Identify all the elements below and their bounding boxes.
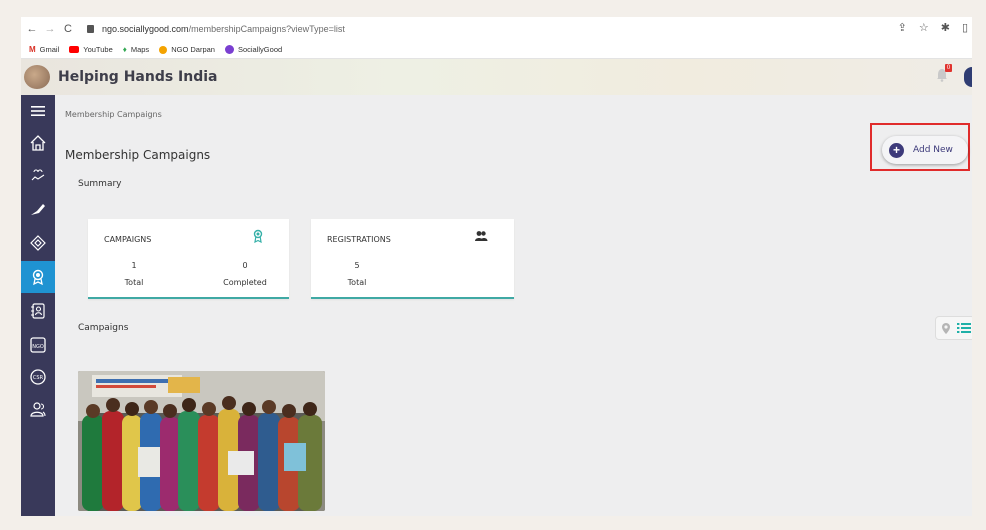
page-title: Membership Campaigns [65,148,211,162]
back-icon[interactable]: ← [25,23,39,35]
sidebar-item-campaigns[interactable] [21,195,55,223]
youtube-icon [69,46,80,53]
sidebar-item-volunteers[interactable] [21,395,55,423]
card-title: CAMPAIGNS [104,235,152,244]
volunteers-icon [30,402,46,417]
sidebar-item-membership[interactable] [21,261,55,293]
add-icon: + [889,142,904,158]
bookmark-maps[interactable]: ♦ Maps [123,45,149,54]
campaigns-total-value: 1 [131,261,137,270]
sidebar-item-contacts[interactable] [21,297,55,325]
url-field[interactable]: ngo.sociallygood.com/membershipCampaigns… [102,24,345,34]
csr-icon: CSR [30,369,46,385]
share-icon[interactable]: ⇪ [898,21,907,34]
contacts-icon [31,303,45,319]
membership-icon [32,269,44,286]
bookmark-label: Maps [130,45,150,54]
card-title: REGISTRATIONS [327,235,391,244]
bookmark-gmail[interactable]: M Gmail [29,45,59,54]
registrations-total-value: 5 [354,261,360,270]
users-icon [475,231,488,241]
bookmark-label: YouTube [83,45,113,54]
maps-icon: ♦ [122,45,127,54]
donation-icon [31,169,45,181]
view-toggle [935,316,972,340]
campaigns-total-label: Total [124,278,144,287]
bookmark-sociallygood[interactable]: SociallyGood [224,45,283,54]
map-pin-icon[interactable] [941,322,951,335]
campaigns-completed-label: Completed [223,278,267,287]
org-logo [24,65,50,89]
campaign-card-image[interactable] [78,371,325,511]
sidebar-item-badges[interactable] [21,229,55,257]
browser-window: ← → C ngo.sociallygood.com/membershipCam… [21,17,972,516]
lock-icon [87,25,94,33]
forward-icon[interactable]: → [43,23,57,35]
org-name: Helping Hands India [58,69,218,85]
sidebar-item-donations[interactable] [21,161,55,189]
bookmarks-bar: M Gmail YouTube ♦ Maps NGO Darpan Social… [21,41,972,59]
badge-icon [30,235,46,251]
sidebar-item-ngo[interactable]: NGO [21,331,55,359]
add-new-button[interactable]: + Add New [882,136,968,164]
award-icon [253,229,263,243]
list-view-icon[interactable] [957,322,971,334]
registrations-summary-card: REGISTRATIONS 5 Total [311,219,514,299]
home-icon [30,135,46,151]
campaigns-summary-card: CAMPAIGNS 1 Total 0 Completed [88,219,289,299]
ngo-darpan-icon [159,45,168,54]
summary-heading: Summary [78,179,122,189]
avatar[interactable] [964,67,972,87]
url-path: /membershipCampaigns?viewType=list [188,24,345,34]
app-header: Helping Hands India 0 [21,59,972,95]
notification-bell[interactable]: 0 [936,64,952,82]
svg-text:NGO: NGO [32,344,44,350]
gmail-icon: M [29,45,36,54]
address-bar: ← → C ngo.sociallygood.com/membershipCam… [21,17,972,41]
bookmark-label: NGO Darpan [171,45,215,54]
svg-text:CSR: CSR [33,375,44,381]
menu-icon [31,106,45,116]
campaign-photo [78,371,325,511]
add-new-label: Add New [913,145,953,155]
reload-icon[interactable]: C [61,23,75,35]
sidebar-item-csr[interactable]: CSR [21,363,55,391]
star-icon[interactable]: ☆ [919,21,929,34]
breadcrumb-link[interactable]: Membership Campaigns [65,110,162,119]
sidebar-item-home[interactable] [21,129,55,157]
campaign-icon [31,204,45,215]
bookmark-ngo-darpan[interactable]: NGO Darpan [159,45,215,54]
campaigns-completed-value: 0 [242,261,248,270]
extensions-icon[interactable]: ✱ [941,21,950,34]
notification-badge: 0 [945,64,952,72]
bookmark-label: Gmail [39,45,60,54]
ngo-icon: NGO [30,337,46,353]
registrations-total-label: Total [347,278,367,287]
url-host: ngo.sociallygood.com [102,24,189,34]
bookmark-label: SociallyGood [237,45,283,54]
campaigns-heading: Campaigns [78,323,129,333]
sidebar-menu-toggle[interactable] [21,97,55,125]
sidebar: NGO CSR [21,95,55,516]
sidepanel-icon[interactable]: ▯ [962,21,968,34]
bookmark-youtube[interactable]: YouTube [69,45,113,54]
sociallygood-icon [224,45,234,54]
